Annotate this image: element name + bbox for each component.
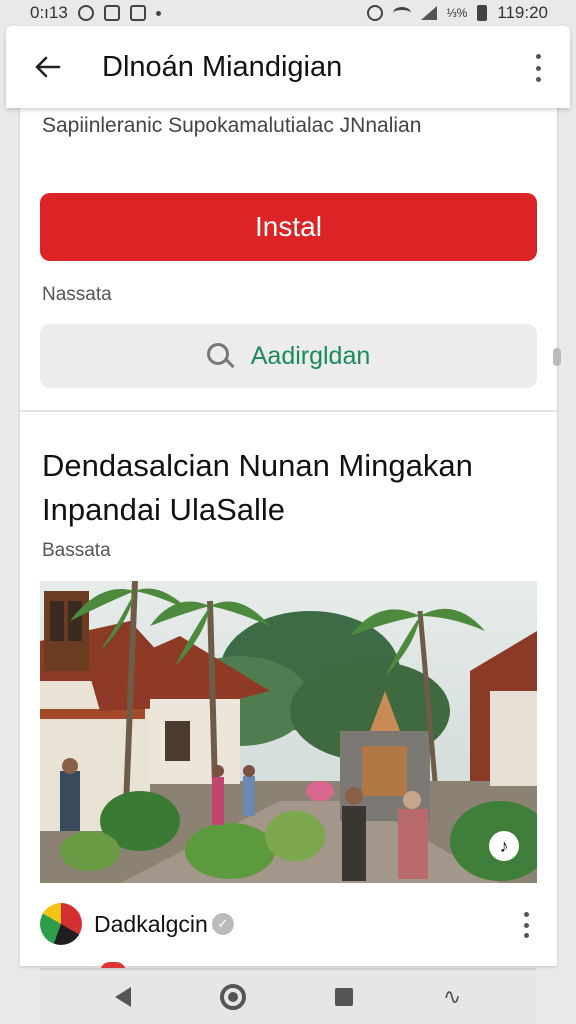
back-triangle-icon[interactable] [114, 987, 131, 1007]
sim-icon [129, 5, 146, 21]
source-more-icon[interactable] [519, 912, 533, 938]
content-card: Sapiinleranic Supokamalutialac JNnalian … [20, 100, 561, 966]
app-subtitle: Sapiinleranic Supokamalutialac JNnalian [42, 114, 422, 137]
alarm-icon [366, 5, 383, 21]
search-icon [206, 343, 235, 369]
village-scene-image [40, 581, 537, 883]
status-left: 0:ı13 [30, 3, 161, 23]
home-circle-icon[interactable] [220, 984, 247, 1010]
search-text: Aadirgldan [250, 341, 371, 370]
wifi-icon [392, 7, 411, 19]
search-bar[interactable]: Aadirgldan [40, 324, 537, 388]
tiktok-icon[interactable]: ♪ [489, 831, 519, 861]
recent-square-icon[interactable] [335, 988, 354, 1006]
system-nav-bar: ∿ [40, 968, 536, 1024]
more-vertical-icon[interactable] [524, 50, 552, 86]
dot-icon [155, 10, 161, 16]
scroll-handle[interactable] [553, 348, 561, 366]
battery-icon [477, 5, 488, 21]
assistant-icon[interactable]: ∿ [443, 984, 461, 1010]
verified-icon: ✓ [211, 913, 234, 935]
battery-text: ⅓% [446, 6, 468, 20]
app-bar: Dlnoán Miandigian [6, 26, 570, 108]
signal-icon [420, 6, 437, 20]
source-name[interactable]: Dadkalgcin [94, 911, 208, 938]
status-right: ⅓% 119:20 [366, 3, 548, 23]
source-logo-icon[interactable] [40, 903, 82, 945]
post-title[interactable]: Dendasalcian Nunan Mingakan Inpandai Ula… [42, 444, 532, 532]
section-label: Nassata [42, 284, 112, 305]
install-button[interactable]: Instal [40, 193, 537, 261]
status-left-text: 0:ı13 [30, 3, 68, 22]
page-title: Dlnoán Miandigian [102, 50, 343, 83]
notification-icon [77, 5, 94, 21]
post-photo[interactable]: ♪ [40, 581, 537, 883]
divider [20, 410, 557, 412]
status-bar: 0:ı13 ⅓% 119:20 [0, 0, 576, 26]
source-row: Dadkalgcin ✓ [40, 900, 537, 948]
post-meta: Bassata [42, 540, 111, 561]
arrow-left-icon[interactable] [20, 39, 76, 95]
clock: 119:20 [497, 3, 548, 22]
gallery-icon [103, 5, 120, 21]
